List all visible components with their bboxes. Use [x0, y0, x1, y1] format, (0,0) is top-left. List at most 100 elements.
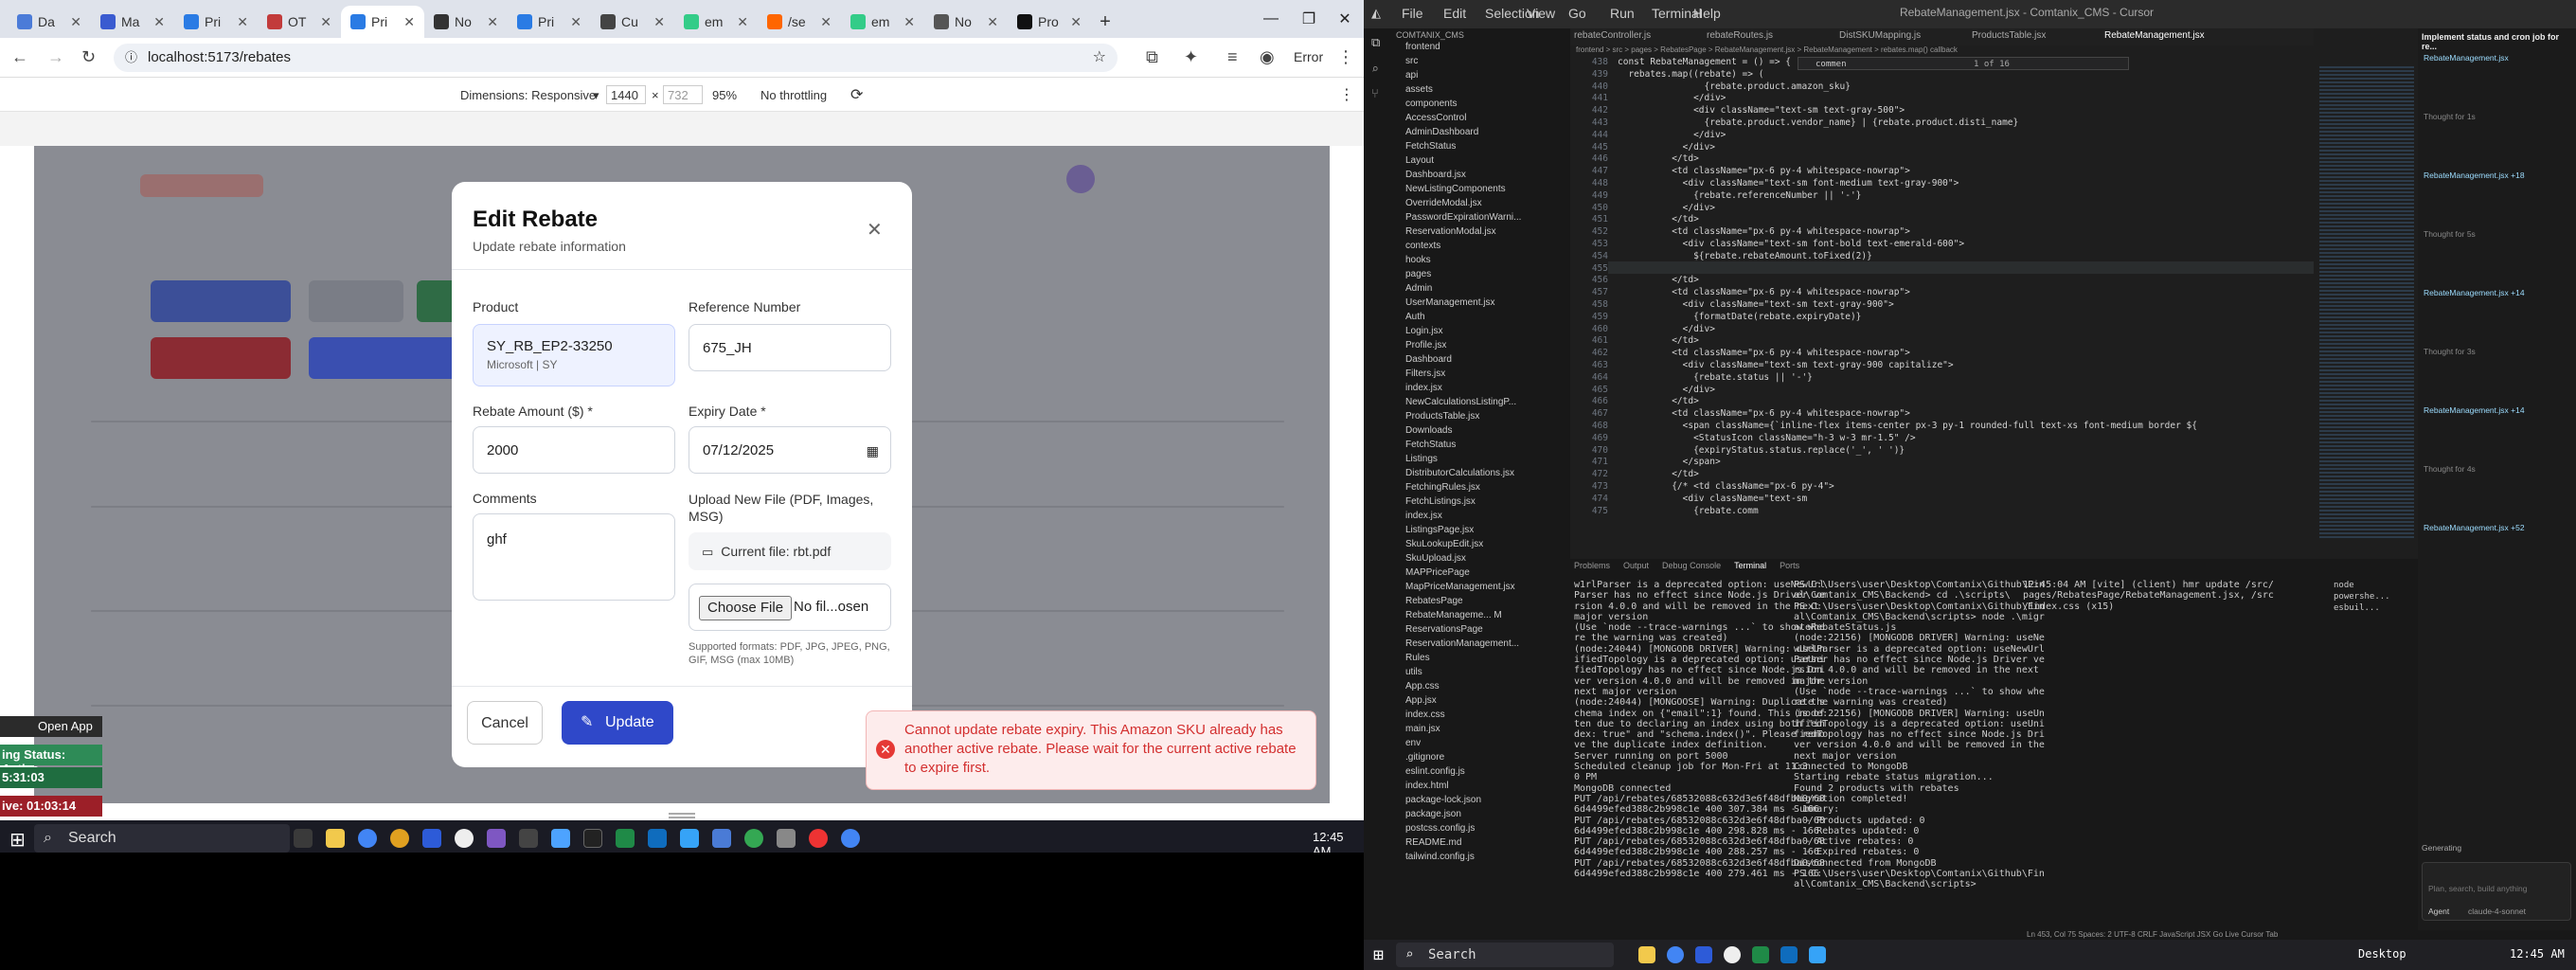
tree-item[interactable]: tailwind.config.js: [1405, 852, 1475, 862]
cancel-button[interactable]: Cancel: [467, 701, 543, 745]
browser-tab[interactable]: Cu ✕: [591, 6, 674, 38]
tree-item[interactable]: env: [1405, 738, 1421, 748]
chat-item[interactable]: Thought for 4s: [2424, 464, 2476, 474]
menu-item[interactable]: Help: [1693, 6, 1721, 21]
profile-icon[interactable]: ◉: [1260, 47, 1275, 67]
excel-icon-2[interactable]: [1752, 946, 1769, 963]
editor-tab[interactable]: rebateRoutes.js: [1707, 30, 1773, 41]
tree-item[interactable]: FetchListings.jsx: [1405, 496, 1476, 507]
tab-close-icon[interactable]: ✕: [737, 14, 748, 30]
tab-close-icon[interactable]: ✕: [70, 14, 81, 30]
terminal-instance[interactable]: node: [2334, 580, 2390, 591]
tree-item[interactable]: index.html: [1405, 781, 1449, 791]
tree-item[interactable]: FetchingRules.jsx: [1405, 482, 1480, 493]
tree-item[interactable]: eslint.config.js: [1405, 766, 1465, 777]
editor-tab[interactable]: rebateController.js: [1574, 30, 1651, 41]
forward-icon[interactable]: →: [47, 47, 64, 67]
tree-item[interactable]: ListingsPage.jsx: [1405, 525, 1474, 535]
tree-item[interactable]: index.jsx: [1405, 383, 1442, 393]
excel-icon[interactable]: [616, 829, 635, 848]
terminal-1[interactable]: w1rlParser is a deprecated option: useNe…: [1574, 580, 1825, 879]
tree-item[interactable]: FetchStatus: [1405, 440, 1456, 450]
browser-tab[interactable]: Pro ✕: [1008, 6, 1091, 38]
app-icon-9[interactable]: [712, 829, 731, 848]
bookmark-star-icon[interactable]: ☆: [1093, 44, 1106, 72]
tree-item[interactable]: ReservationsPage: [1405, 624, 1483, 635]
file-input[interactable]: Choose File No fil...osen: [689, 584, 891, 631]
tree-item[interactable]: App.jsx: [1405, 695, 1437, 706]
tab-close-icon[interactable]: ✕: [237, 14, 248, 30]
browser-tab[interactable]: Ma ✕: [91, 6, 174, 38]
menu-item[interactable]: Edit: [1443, 6, 1466, 21]
tab-close-icon[interactable]: ✕: [570, 14, 581, 30]
app-icon-6[interactable]: [551, 829, 570, 848]
choose-file-button[interactable]: Choose File: [699, 596, 793, 620]
tree-item[interactable]: MAPPricePage: [1405, 567, 1470, 578]
tree-item[interactable]: OverrideModal.jsx: [1405, 198, 1482, 208]
chat-item[interactable]: RebateManagement.jsx +14: [2424, 405, 2525, 415]
tree-item[interactable]: contexts: [1405, 241, 1440, 251]
panel-tab[interactable]: Terminal: [1734, 561, 1766, 570]
editor-tab[interactable]: RebateManagement.jsx: [2104, 30, 2205, 41]
tab-close-icon[interactable]: ✕: [653, 14, 665, 30]
app-icon-12[interactable]: [809, 829, 828, 848]
tree-item[interactable]: hooks: [1405, 255, 1431, 265]
model-select[interactable]: claude-4-sonnet: [2468, 907, 2526, 916]
terminal-2[interactable]: PS C:\Users\user\Desktop\Comtanix\Github…: [1794, 580, 2045, 890]
chat-item[interactable]: Thought for 1s: [2424, 112, 2476, 121]
rotate-icon[interactable]: ⟳: [850, 85, 863, 104]
close-window-icon[interactable]: ✕: [1326, 6, 1364, 32]
terminal-instance[interactable]: powershe...: [2334, 591, 2390, 602]
comments-textarea[interactable]: ghf: [473, 513, 675, 601]
tree-item[interactable]: AccessControl: [1405, 113, 1466, 123]
extensions-icon[interactable]: ⧉: [1146, 47, 1158, 67]
tab-close-icon[interactable]: ✕: [903, 14, 915, 30]
task-view-icon[interactable]: [294, 829, 313, 848]
find-input[interactable]: commen: [1816, 59, 1847, 71]
app-icon-5[interactable]: [519, 829, 538, 848]
tree-item[interactable]: Admin: [1405, 283, 1432, 294]
dimensions-select[interactable]: Dimensions: Responsive: [460, 88, 596, 102]
update-button[interactable]: ✎ Update: [562, 701, 673, 745]
menu-item[interactable]: Run: [1610, 6, 1635, 21]
error-badge[interactable]: Error: [1294, 49, 1323, 64]
tree-item[interactable]: RebateManageme... M: [1405, 610, 1502, 620]
browser-tab[interactable]: em ✕: [841, 6, 924, 38]
terminal-instance[interactable]: esbuil...: [2334, 602, 2390, 614]
puzzle-icon[interactable]: ✦: [1184, 47, 1198, 67]
tree-item[interactable]: Profile.jsx: [1405, 340, 1446, 350]
tree-item[interactable]: NewListingComponents: [1405, 184, 1506, 194]
desktop-label[interactable]: Desktop: [2358, 947, 2406, 961]
tree-item[interactable]: package.json: [1405, 809, 1461, 819]
tree-item[interactable]: Dashboard: [1405, 354, 1452, 365]
resize-handle[interactable]: [669, 813, 695, 818]
tree-item[interactable]: Listings: [1405, 454, 1438, 464]
chrome-icon[interactable]: [358, 829, 377, 848]
browser-tab[interactable]: Pri ✕: [508, 6, 591, 38]
tree-item[interactable]: MapPriceManagement.jsx: [1405, 582, 1515, 592]
browser-tab[interactable]: /se ✕: [758, 6, 841, 38]
app-icon-2b[interactable]: [1695, 946, 1712, 963]
code-editor[interactable]: 438 const RebateManagement = () => {439 r…: [1570, 57, 2314, 559]
tree-item[interactable]: .gitignore: [1405, 752, 1444, 763]
tree-item[interactable]: frontend: [1405, 42, 1440, 52]
tree-item[interactable]: SkuLookupEdit.jsx: [1405, 539, 1483, 549]
browser-tab[interactable]: em ✕: [674, 6, 758, 38]
tree-item[interactable]: index.jsx: [1405, 511, 1442, 521]
open-app-button[interactable]: Open App: [0, 716, 102, 737]
amount-input[interactable]: 2000: [473, 426, 675, 474]
tree-item[interactable]: DistributorCalculations.jsx: [1405, 468, 1514, 478]
app-icon-3b[interactable]: [1724, 946, 1741, 963]
devtools-more-icon[interactable]: ⋮: [1339, 85, 1354, 104]
browser-tab[interactable]: Pri ✕: [174, 6, 258, 38]
app-icon-7[interactable]: [583, 829, 602, 848]
find-widget[interactable]: commen 1 of 16: [1798, 57, 2129, 70]
app-icon-8[interactable]: [680, 829, 699, 848]
tab-close-icon[interactable]: ✕: [487, 14, 498, 30]
browser-tab[interactable]: OT ✕: [258, 6, 341, 38]
tab-close-icon[interactable]: ✕: [153, 14, 165, 30]
outlook-icon-2[interactable]: [1780, 946, 1798, 963]
app-icon-4[interactable]: [487, 829, 506, 848]
menu-item[interactable]: File: [1402, 6, 1423, 21]
tree-item[interactable]: FetchStatus: [1405, 141, 1456, 152]
